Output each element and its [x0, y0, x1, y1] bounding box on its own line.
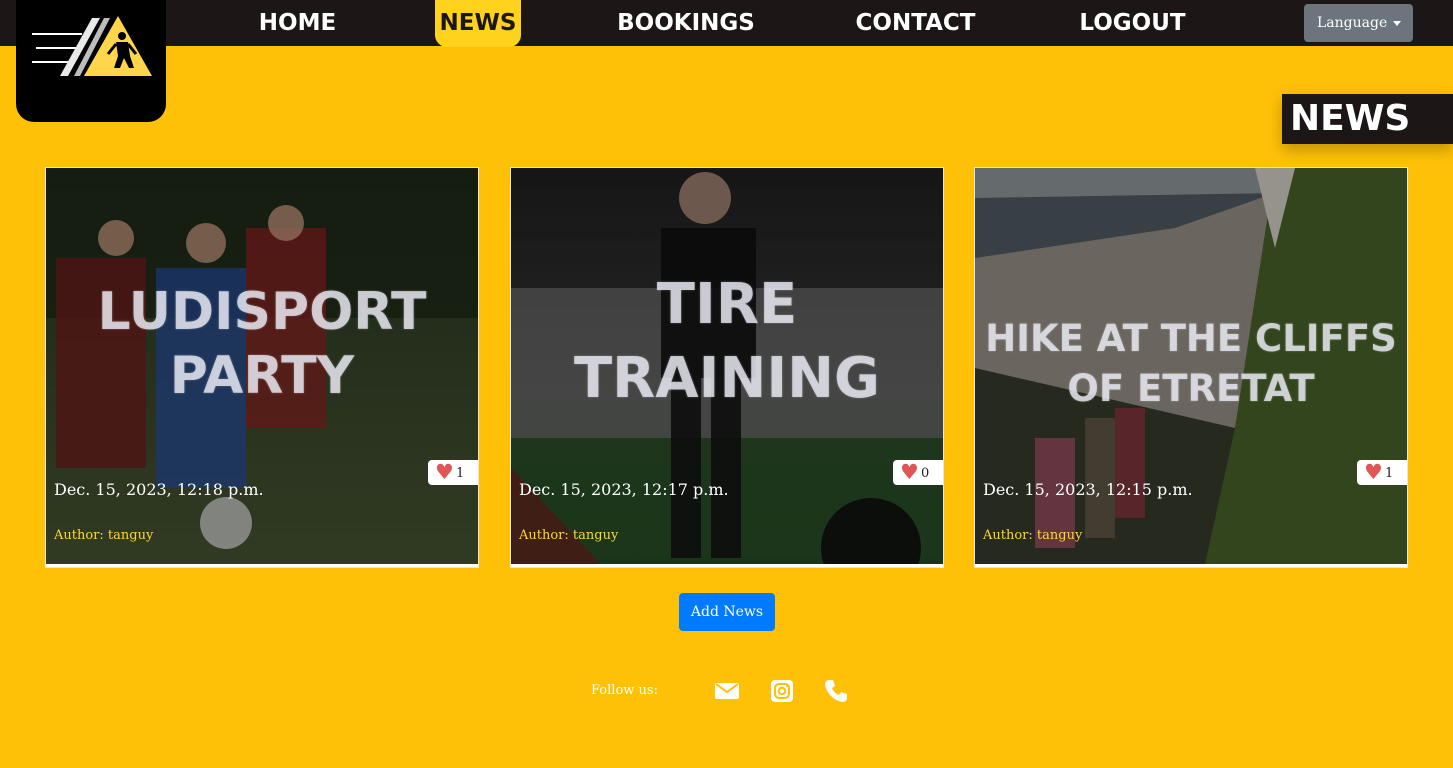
page-title: NEWS: [1282, 94, 1453, 144]
news-card[interactable]: LUDISPORT PARTY ♥ 1 Dec. 15, 2023, 12:18…: [45, 167, 479, 568]
news-image: HIKE AT THE CLIFFS OF ETRETAT: [975, 168, 1407, 564]
envelope-icon[interactable]: [714, 678, 740, 704]
news-image: TIRE TRAINING: [511, 168, 943, 564]
news-card[interactable]: TIRE TRAINING ♥ 0 Dec. 15, 2023, 12:17 p…: [510, 167, 944, 568]
follow-us-label: Follow us:: [591, 683, 658, 698]
news-title: HIKE AT THE CLIFFS OF ETRETAT: [985, 317, 1397, 410]
top-navbar: HOME NEWS BOOKINGS CONTACT LOGOUT Langua…: [0, 0, 1453, 47]
like-counter[interactable]: ♥ 1: [1357, 460, 1407, 485]
like-count: 0: [921, 466, 930, 481]
instagram-icon[interactable]: [770, 678, 794, 704]
nav-bookings[interactable]: BOOKINGS: [612, 0, 760, 46]
phone-icon[interactable]: [823, 678, 849, 704]
logo-triangle-athlete-icon: [32, 16, 152, 76]
add-news-button[interactable]: Add News: [679, 593, 775, 631]
news-title: LUDISPORT PARTY: [97, 282, 427, 406]
news-author: Author: tanguy: [519, 528, 619, 543]
news-author: Author: tanguy: [983, 528, 1083, 543]
heart-icon[interactable]: ♥: [1364, 461, 1383, 483]
language-label: Language: [1317, 15, 1388, 31]
news-date: Dec. 15, 2023, 12:18 p.m.: [54, 480, 264, 499]
nav-logout[interactable]: LOGOUT: [1070, 0, 1195, 46]
like-counter[interactable]: ♥ 1: [428, 460, 478, 485]
nav-home[interactable]: HOME: [250, 0, 345, 46]
nav-news[interactable]: NEWS: [435, 0, 521, 47]
nav-contact[interactable]: CONTACT: [848, 0, 983, 46]
news-author: Author: tanguy: [54, 528, 154, 543]
news-title: TIRE TRAINING: [573, 272, 881, 411]
news-image: LUDISPORT PARTY: [46, 168, 478, 564]
heart-icon[interactable]: ♥: [435, 461, 454, 483]
news-card[interactable]: HIKE AT THE CLIFFS OF ETRETAT ♥ 1 Dec. 1…: [974, 167, 1408, 568]
news-date: Dec. 15, 2023, 12:15 p.m.: [983, 480, 1193, 499]
news-date: Dec. 15, 2023, 12:17 p.m.: [519, 480, 729, 499]
like-count: 1: [456, 466, 465, 481]
site-logo[interactable]: [16, 0, 166, 122]
heart-icon[interactable]: ♥: [900, 461, 919, 483]
like-counter[interactable]: ♥ 0: [893, 460, 943, 485]
language-dropdown[interactable]: Language: [1304, 4, 1413, 42]
caret-down-icon: [1393, 21, 1401, 26]
like-count: 1: [1385, 466, 1394, 481]
